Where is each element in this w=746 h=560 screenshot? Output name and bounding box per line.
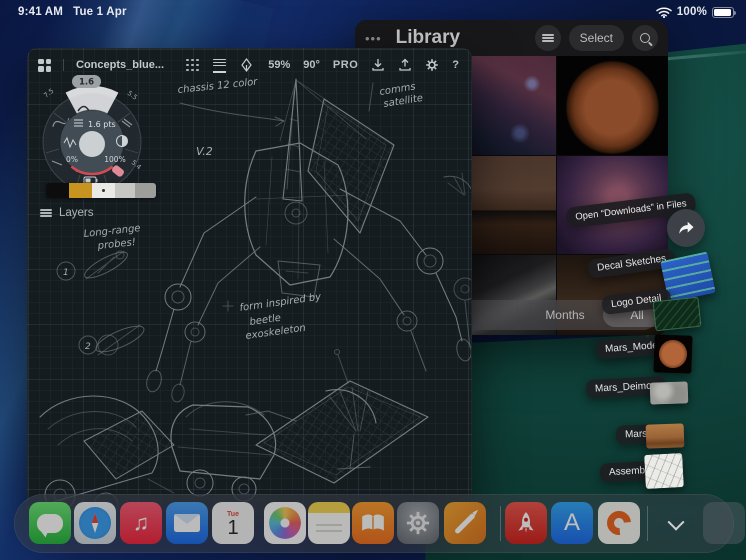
annotation-marker-1: 1 — [63, 268, 69, 278]
settings-gear-icon[interactable] — [425, 58, 439, 72]
gallery-icon[interactable] — [38, 58, 51, 72]
photos-app-icon[interactable] — [264, 502, 306, 544]
flower-icon — [269, 507, 301, 539]
swatch-black[interactable] — [46, 183, 69, 198]
battery-icon — [712, 6, 736, 18]
annotation-marker-2: 2 — [85, 342, 91, 352]
layers-label: Layers — [59, 207, 94, 219]
swatch-gold[interactable] — [69, 183, 92, 198]
swatch-gray[interactable] — [135, 183, 156, 198]
wifi-icon — [656, 6, 672, 18]
dock-divider — [500, 506, 501, 541]
document-title[interactable]: Concepts_blue... — [63, 59, 164, 71]
size-pts-label: 1.6 pts — [88, 120, 116, 129]
zoom-level[interactable]: 59% — [268, 59, 290, 71]
opacity-min-label: 0% — [66, 155, 78, 164]
rotation-value[interactable]: 90° — [303, 59, 320, 71]
app-store-app-icon[interactable]: A — [551, 502, 593, 544]
app-store-letter: A — [563, 509, 580, 536]
gear-icon — [406, 511, 430, 535]
music-note-icon: ♫ — [132, 510, 150, 535]
tab-months[interactable]: Months — [530, 300, 600, 330]
envelope-icon — [174, 514, 200, 532]
concepts-toolbar: Concepts_blue... 59% 90° PRO ? — [28, 49, 471, 81]
search-button[interactable] — [632, 25, 658, 51]
search-icon — [640, 33, 650, 43]
rocket-icon — [518, 512, 534, 533]
books-app-icon[interactable] — [352, 502, 394, 544]
ring-value-right: 5.5 — [126, 89, 139, 102]
dock: ♫ Tue 1 A — [14, 494, 745, 553]
status-date: Tue 1 Apr — [73, 6, 127, 18]
export-icon[interactable] — [398, 58, 412, 72]
help-button[interactable]: ? — [452, 59, 459, 71]
color-preview-circle[interactable] — [79, 131, 105, 157]
safari-app-icon[interactable] — [74, 502, 116, 544]
forward-arrow-icon — [679, 221, 694, 234]
layers-button[interactable]: Layers — [34, 203, 100, 223]
select-button[interactable]: Select — [568, 25, 624, 51]
orange-c-app-icon[interactable] — [598, 502, 640, 544]
settings-app-icon[interactable] — [397, 502, 439, 544]
app-library-icon[interactable] — [703, 502, 745, 544]
layers-icon — [40, 208, 52, 218]
annotation-version: V.2 — [196, 145, 213, 158]
sketch-pen-app-icon[interactable] — [444, 502, 486, 544]
opacity-max-label: 100% — [104, 155, 125, 164]
pro-badge[interactable]: PRO — [333, 59, 358, 71]
ipad-screen: 9:41 AM Tue 1 Apr 100% ••• Library Selec… — [0, 0, 746, 560]
mail-app-icon[interactable] — [166, 502, 208, 544]
tab-all[interactable]: All — [603, 303, 668, 327]
rocket-app-icon[interactable] — [505, 502, 547, 544]
page-title: Library — [395, 27, 461, 48]
color-swatch-bar — [46, 183, 156, 198]
swatch-light-gray[interactable] — [115, 183, 135, 198]
open-book-icon — [362, 514, 384, 531]
drawing-canvas[interactable]: chassis 12 color comms satellite V.2 Lon… — [28, 49, 472, 514]
concepts-window: chassis 12 color comms satellite V.2 Lon… — [27, 48, 472, 514]
music-app-icon[interactable]: ♫ — [120, 502, 162, 544]
dock-divider — [647, 506, 648, 541]
tool-wheel[interactable]: 7.5 5.5 5.4 6.9 1.6 1.6 pts 0% 100% — [42, 75, 143, 192]
precision-grid-icon[interactable] — [186, 58, 199, 72]
window-controls-icon[interactable]: ••• — [365, 31, 382, 46]
calendar-day: 1 — [227, 516, 239, 539]
annotation-beetle-1: form inspired by — [239, 291, 323, 313]
swatch-white-selected[interactable] — [92, 183, 115, 198]
c-swirl-icon — [602, 506, 636, 540]
speech-bubble-icon — [37, 513, 63, 533]
view-options-button[interactable] — [534, 25, 561, 51]
ring-value-left: 7.5 — [42, 87, 55, 100]
battery-percent: 100% — [676, 6, 707, 18]
chevron-down-icon — [667, 513, 685, 531]
annotation-probes-2: probes! — [96, 237, 136, 252]
pen-nib-icon[interactable] — [240, 58, 253, 72]
dock-chevron-button[interactable] — [661, 512, 691, 538]
share-forward-button[interactable] — [667, 209, 705, 247]
compass-icon — [79, 507, 111, 539]
status-time: 9:41 AM — [18, 6, 64, 18]
calendar-app-icon[interactable]: Tue 1 — [212, 502, 254, 544]
pen-icon — [454, 512, 476, 534]
notes-app-icon[interactable] — [308, 502, 350, 544]
layers-panel-icon[interactable] — [213, 57, 227, 74]
import-icon[interactable] — [371, 58, 385, 72]
note-lines-icon — [316, 524, 342, 526]
messages-app-icon[interactable] — [29, 502, 71, 544]
